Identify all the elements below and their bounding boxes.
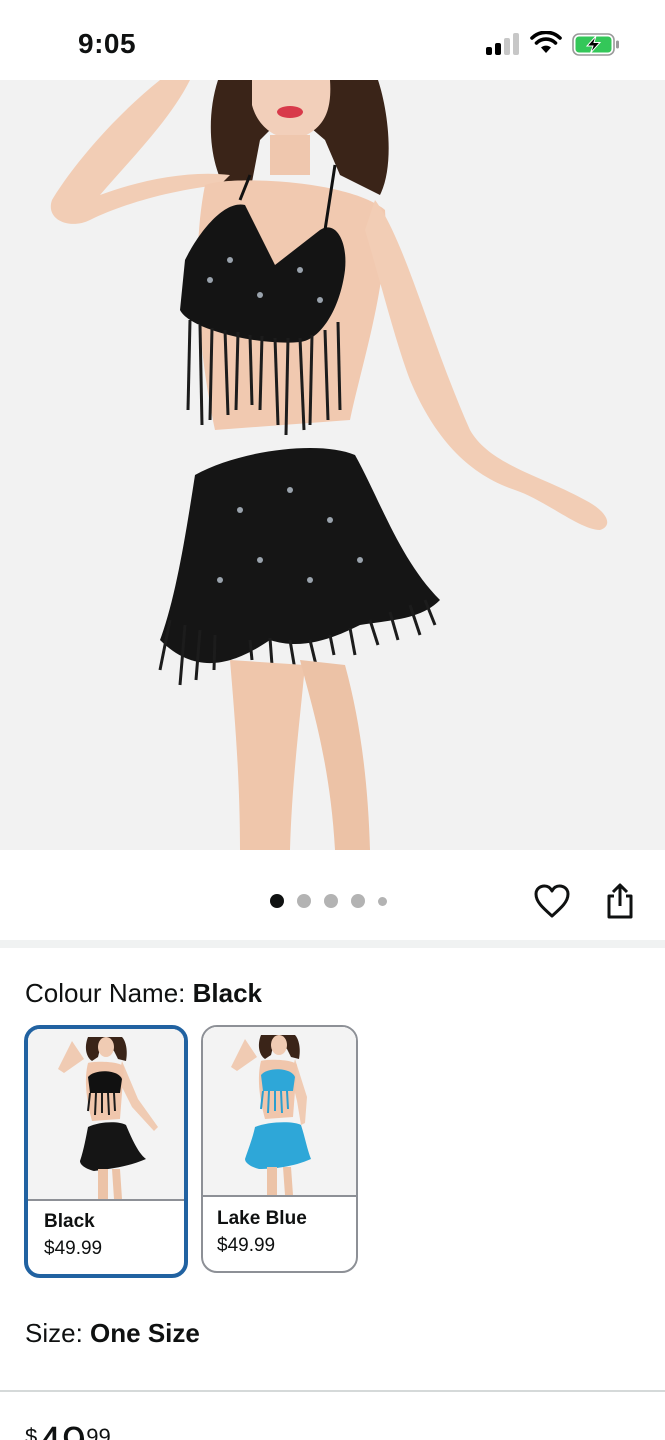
swatch-name-black: Black bbox=[44, 1211, 95, 1232]
product-price: $4999 bbox=[25, 1418, 111, 1440]
colour-name-label: Colour Name: Black bbox=[25, 978, 262, 1009]
carousel-dot[interactable] bbox=[324, 894, 338, 908]
battery-charging-icon bbox=[572, 33, 619, 56]
price-fraction: 99 bbox=[86, 1424, 111, 1440]
swatch-image-black bbox=[28, 1029, 184, 1199]
carousel-dot[interactable] bbox=[297, 894, 311, 908]
colour-label-prefix: Colour Name: bbox=[25, 978, 193, 1008]
section-divider bbox=[0, 1390, 665, 1392]
price-whole: 49 bbox=[37, 1418, 86, 1440]
status-time: 9:05 bbox=[78, 28, 137, 59]
status-bar: 9:05 bbox=[0, 0, 665, 80]
carousel-dot-active[interactable] bbox=[270, 894, 284, 908]
colour-option-black[interactable]: Black $49.99 bbox=[24, 1025, 188, 1278]
swatch-image-lake-blue bbox=[203, 1027, 356, 1195]
size-label: Size: One Size bbox=[25, 1318, 200, 1349]
swatch-name-lake-blue: Lake Blue bbox=[217, 1208, 307, 1229]
colour-option-lake-blue[interactable]: Lake Blue $49.99 bbox=[201, 1025, 358, 1273]
cellular-signal-icon bbox=[486, 33, 520, 55]
wifi-icon bbox=[530, 31, 562, 53]
share-icon[interactable] bbox=[604, 882, 636, 920]
size-value: One Size bbox=[90, 1318, 200, 1348]
section-divider bbox=[0, 940, 665, 948]
carousel-dot[interactable] bbox=[378, 896, 387, 906]
swatch-price-lake-blue: $49.99 bbox=[217, 1235, 276, 1256]
wishlist-heart-icon[interactable] bbox=[533, 883, 571, 919]
product-main-image[interactable] bbox=[0, 80, 665, 850]
size-label-prefix: Size: bbox=[25, 1318, 91, 1348]
swatch-price-black: $49.99 bbox=[44, 1238, 103, 1259]
colour-selected-value: Black bbox=[192, 978, 263, 1008]
price-currency: $ bbox=[25, 1424, 38, 1440]
carousel-dot[interactable] bbox=[351, 894, 365, 908]
carousel-dots[interactable] bbox=[270, 894, 400, 908]
